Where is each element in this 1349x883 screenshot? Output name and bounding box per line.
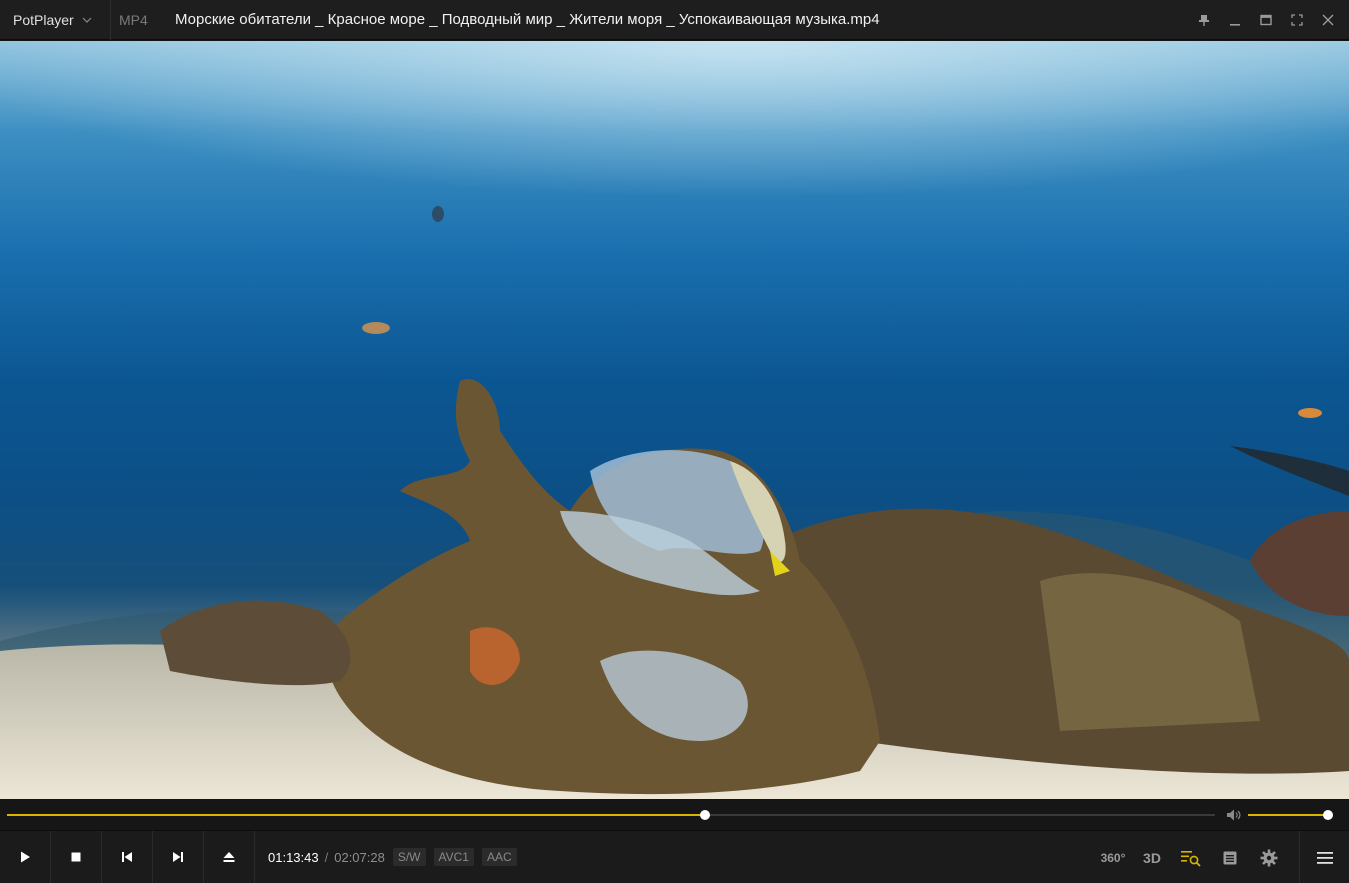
audio-codec-badge[interactable]: AAC bbox=[481, 848, 517, 866]
fullscreen-icon bbox=[1290, 14, 1303, 26]
maximize-icon bbox=[1259, 14, 1272, 26]
current-time: 01:13:43 bbox=[268, 849, 319, 865]
chapter-button[interactable] bbox=[1211, 831, 1249, 883]
speaker-icon[interactable] bbox=[1226, 808, 1242, 822]
playlist-button[interactable] bbox=[1171, 831, 1211, 883]
minimize-button[interactable] bbox=[1219, 0, 1250, 40]
eject-button[interactable] bbox=[204, 830, 255, 883]
play-icon bbox=[21, 851, 30, 863]
underwater-scene bbox=[0, 41, 1349, 799]
stereo-3d-label: 3D bbox=[1143, 849, 1161, 866]
hamburger-menu-icon bbox=[1316, 851, 1333, 864]
fullscreen-button[interactable] bbox=[1281, 0, 1312, 40]
window-controls bbox=[1188, 0, 1343, 40]
renderer-badge[interactable]: S/W bbox=[392, 848, 426, 866]
eject-icon bbox=[223, 852, 235, 862]
settings-button[interactable] bbox=[1249, 831, 1289, 883]
stop-icon bbox=[71, 852, 81, 862]
right-toolbar: 360° 3D bbox=[1093, 831, 1349, 883]
seek-bar[interactable] bbox=[7, 810, 1215, 820]
control-bar: 01:13:43 / 02:07:28 S/W AVC1 AAC 360° 3D bbox=[0, 830, 1349, 883]
stop-button[interactable] bbox=[51, 830, 102, 883]
time-separator: / bbox=[324, 849, 329, 865]
previous-icon bbox=[122, 852, 132, 862]
video-frame[interactable] bbox=[0, 41, 1349, 799]
pin-button[interactable] bbox=[1188, 0, 1219, 40]
volume-slider[interactable] bbox=[1248, 810, 1334, 820]
main-menu-button[interactable] bbox=[1299, 831, 1349, 883]
total-time[interactable]: 02:07:28 bbox=[334, 850, 385, 865]
close-icon bbox=[1322, 14, 1333, 26]
play-button[interactable] bbox=[0, 830, 51, 883]
next-icon bbox=[173, 852, 183, 862]
vr-360-button[interactable]: 360° bbox=[1093, 831, 1133, 883]
video-codec-badge[interactable]: AVC1 bbox=[433, 848, 474, 866]
pin-icon bbox=[1198, 15, 1209, 26]
vr-360-label: 360° bbox=[1100, 850, 1126, 865]
close-button[interactable] bbox=[1312, 0, 1343, 40]
app-name: PotPlayer bbox=[13, 11, 74, 28]
previous-button[interactable] bbox=[102, 830, 153, 883]
chapter-list-icon bbox=[1223, 851, 1237, 864]
next-button[interactable] bbox=[153, 830, 204, 883]
stereo-3d-button[interactable]: 3D bbox=[1133, 831, 1171, 883]
minimize-icon bbox=[1229, 24, 1240, 26]
chevron-down-icon bbox=[82, 17, 92, 23]
title-bar[interactable]: PotPlayer MP4 Морские обитатели _ Красно… bbox=[0, 0, 1349, 40]
file-title: Морские обитатели _ Красное море _ Подво… bbox=[175, 11, 880, 28]
potplayer-window: PotPlayer MP4 Морские обитатели _ Красно… bbox=[0, 0, 1349, 883]
seek-progress bbox=[7, 814, 706, 816]
maximize-button[interactable] bbox=[1250, 0, 1281, 40]
playlist-search-icon bbox=[1181, 850, 1201, 867]
app-menu-button[interactable]: PotPlayer bbox=[0, 0, 111, 40]
format-label: MP4 bbox=[119, 11, 148, 28]
gear-icon bbox=[1260, 849, 1278, 866]
volume-level bbox=[1248, 814, 1329, 816]
